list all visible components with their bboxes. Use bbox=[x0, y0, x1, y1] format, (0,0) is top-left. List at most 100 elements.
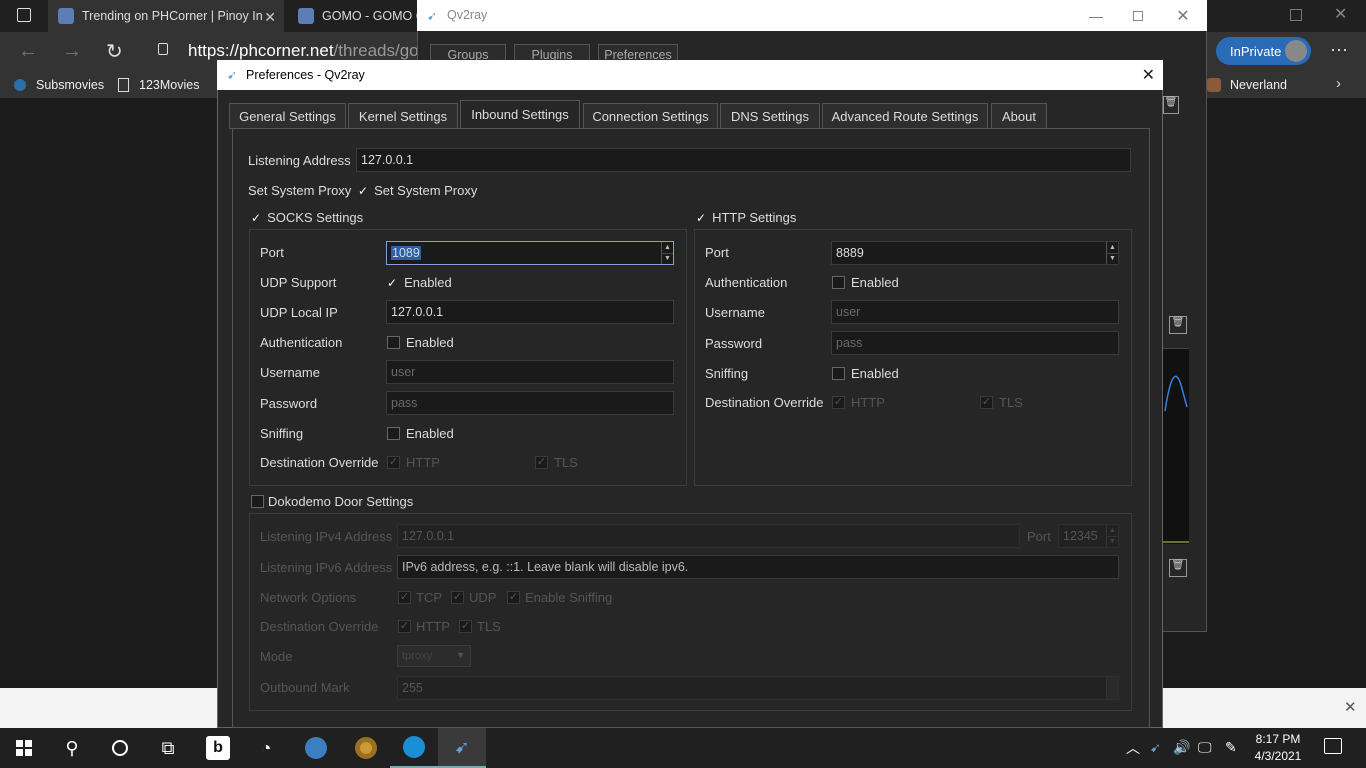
socks-dest-tls-checkbox[interactable]: ✓ TLS bbox=[535, 455, 578, 470]
trash-icon[interactable]: 🗑 bbox=[1169, 559, 1187, 577]
dokodemo-port-input[interactable]: 12345 ▲ ▼ bbox=[1058, 524, 1119, 548]
dokodemo-dest-tls-checkbox[interactable]: ✓ TLS bbox=[459, 619, 501, 634]
tab-general-settings[interactable]: General Settings bbox=[229, 103, 346, 129]
socks-username-input[interactable]: user bbox=[386, 360, 674, 384]
trash-icon[interactable]: 🗑 bbox=[1163, 96, 1179, 114]
dokodemo-network-label: Network Options bbox=[260, 590, 357, 605]
http-sniffing-checkbox[interactable]: Enabled bbox=[832, 366, 899, 381]
inprivate-button[interactable]: InPrivate bbox=[1216, 37, 1311, 65]
spin-up-icon[interactable]: ▲ bbox=[1107, 242, 1118, 254]
refresh-icon[interactable]: ↻ bbox=[106, 39, 123, 64]
dokodemo-dest-http-text: HTTP bbox=[416, 619, 450, 634]
browser-tab-gomo[interactable]: GOMO - GOMO C bbox=[288, 0, 418, 32]
spin-down-icon[interactable]: ▼ bbox=[1107, 537, 1118, 548]
trash-icon[interactable]: 🗑 bbox=[1169, 316, 1187, 334]
bookmark-123movies[interactable]: 123Movies bbox=[118, 74, 199, 96]
socks-username-label: Username bbox=[260, 365, 320, 380]
minimize-icon[interactable]: — bbox=[1073, 3, 1119, 29]
http-dest-http-checkbox[interactable]: ✓ HTTP bbox=[832, 395, 885, 410]
edge-app-icon[interactable] bbox=[390, 728, 438, 768]
http-username-input[interactable]: user bbox=[831, 300, 1119, 324]
search-icon[interactable]: ⚲ bbox=[48, 728, 96, 768]
spin-up-icon[interactable]: ▲ bbox=[662, 242, 673, 254]
speedometer-app-icon[interactable]: ◔ bbox=[242, 728, 290, 768]
spin-down-icon[interactable]: ▼ bbox=[1107, 254, 1118, 265]
udp-local-ip-input[interactable]: 127.0.0.1 bbox=[386, 300, 674, 324]
listening-address-input[interactable]: 127.0.0.1 bbox=[356, 148, 1131, 172]
bing-app-icon[interactable]: b bbox=[194, 728, 242, 768]
dokodemo-mode-select[interactable]: tproxy ▼ bbox=[397, 645, 471, 667]
dokodemo-dest-http-checkbox[interactable]: ✓ HTTP bbox=[398, 619, 450, 634]
socks-authentication-checkbox[interactable]: Enabled bbox=[387, 335, 454, 350]
restore-window-icon[interactable] bbox=[1290, 9, 1302, 21]
socks-port-label: Port bbox=[260, 245, 284, 260]
tab-connection-settings[interactable]: Connection Settings bbox=[583, 103, 718, 129]
dokodemo-settings-checkbox[interactable]: Dokodemo Door Settings bbox=[251, 494, 413, 509]
forward-icon[interactable]: → bbox=[62, 40, 82, 63]
udp-support-checkbox[interactable]: ✓ Enabled bbox=[387, 275, 452, 290]
socks-dest-http-checkbox[interactable]: ✓ HTTP bbox=[387, 455, 440, 470]
pen-icon[interactable]: ✎ bbox=[1225, 739, 1237, 756]
tab-dns-settings[interactable]: DNS Settings bbox=[720, 103, 820, 129]
network-icon[interactable]: 🖵 bbox=[1198, 739, 1212, 756]
http-password-placeholder: pass bbox=[836, 336, 863, 350]
bookmark-label: Neverland bbox=[1230, 78, 1287, 92]
spin-down-icon[interactable]: ▼ bbox=[662, 254, 673, 265]
clock[interactable]: 8:17 PM 4/3/2021 bbox=[1250, 731, 1306, 765]
bookmarks-chevron-icon[interactable]: › bbox=[1336, 75, 1341, 92]
dokodemo-ipv6-label: Listening IPv6 Address bbox=[260, 560, 393, 575]
bookmark-neverland[interactable]: Neverland bbox=[1207, 74, 1287, 96]
windows-start-icon[interactable] bbox=[0, 728, 48, 768]
notification-close-icon[interactable]: ✕ bbox=[1344, 698, 1357, 716]
cortana-icon[interactable] bbox=[96, 728, 144, 768]
socks-settings-checkbox[interactable]: ✓ SOCKS Settings bbox=[251, 210, 363, 225]
back-icon[interactable]: ← bbox=[18, 40, 38, 63]
close-icon[interactable]: ✕ bbox=[1160, 3, 1206, 29]
action-center-icon[interactable] bbox=[1324, 738, 1342, 754]
dokodemo-ipv6-input[interactable]: IPv6 address, e.g. ::1. Leave blank will… bbox=[397, 555, 1119, 579]
dokodemo-ipv4-input[interactable]: 127.0.0.1 bbox=[397, 524, 1020, 548]
volume-icon[interactable]: 🔊 bbox=[1173, 739, 1190, 756]
dokodemo-sniffing-checkbox[interactable]: ✓ Enable Sniffing bbox=[507, 590, 612, 605]
socks-port-input[interactable]: 1089 ▲ ▼ bbox=[386, 241, 674, 265]
chevron-down-icon: ▼ bbox=[456, 650, 465, 660]
bookmark-subsmovies[interactable]: Subsmovies bbox=[14, 74, 104, 96]
bookmark-label: Subsmovies bbox=[36, 78, 105, 92]
browser-tab-phcorner[interactable]: Trending on PHCorner | Pinoy In ✕ bbox=[48, 0, 284, 32]
socks-port-spinner[interactable]: ▲ ▼ bbox=[661, 242, 673, 264]
http-password-input[interactable]: pass bbox=[831, 331, 1119, 355]
set-system-proxy-checkbox[interactable]: ✓ Set System Proxy bbox=[358, 183, 477, 198]
tab-actions-icon[interactable] bbox=[17, 8, 31, 22]
dokodemo-port-spinner[interactable]: ▲ ▼ bbox=[1106, 525, 1118, 547]
address-input[interactable]: https://phcorner.net/threads/go bbox=[188, 41, 419, 61]
checkbox-box: ✓ bbox=[459, 620, 472, 633]
http-settings-checkbox[interactable]: ✓ HTTP Settings bbox=[696, 210, 796, 225]
close-browser-icon[interactable]: ✕ bbox=[1334, 4, 1347, 24]
show-hidden-icons[interactable]: ︿ bbox=[1126, 738, 1140, 758]
dokodemo-tcp-checkbox[interactable]: ✓ TCP bbox=[398, 590, 442, 605]
qv2ray-app-icon: ➹ bbox=[427, 9, 438, 23]
tab-about[interactable]: About bbox=[991, 103, 1047, 129]
network-app-icon[interactable] bbox=[292, 728, 340, 768]
tab-advanced-route-settings[interactable]: Advanced Route Settings bbox=[822, 103, 988, 129]
dokodemo-udp-checkbox[interactable]: ✓ UDP bbox=[451, 590, 496, 605]
maximize-icon[interactable] bbox=[1115, 3, 1161, 29]
tab-inbound-settings[interactable]: Inbound Settings bbox=[460, 100, 580, 129]
socks-password-input[interactable]: pass bbox=[386, 391, 674, 415]
dokodemo-outbound-spinner[interactable] bbox=[1106, 677, 1118, 699]
qv2ray-tray-icon[interactable]: ➹ bbox=[1150, 740, 1161, 756]
http-port-input[interactable]: 8889 ▲ ▼ bbox=[831, 241, 1119, 265]
chrome-app-icon[interactable] bbox=[342, 728, 390, 768]
http-authentication-checkbox[interactable]: Enabled bbox=[832, 275, 899, 290]
tab-kernel-settings[interactable]: Kernel Settings bbox=[348, 103, 458, 129]
dokodemo-outbound-mark-input[interactable]: 255 bbox=[397, 676, 1119, 700]
dialog-close-icon[interactable]: ✕ bbox=[1142, 65, 1155, 85]
spin-up-icon[interactable]: ▲ bbox=[1107, 525, 1118, 537]
qv2ray-taskbar-icon[interactable]: ➹ bbox=[438, 728, 486, 768]
close-tab-icon[interactable]: ✕ bbox=[264, 9, 276, 26]
http-dest-tls-checkbox[interactable]: ✓ TLS bbox=[980, 395, 1023, 410]
http-port-spinner[interactable]: ▲ ▼ bbox=[1106, 242, 1118, 264]
more-menu-icon[interactable]: ⋯ bbox=[1330, 40, 1348, 61]
socks-sniffing-checkbox[interactable]: Enabled bbox=[387, 426, 454, 441]
task-view-icon[interactable]: ⧉ bbox=[144, 728, 192, 768]
